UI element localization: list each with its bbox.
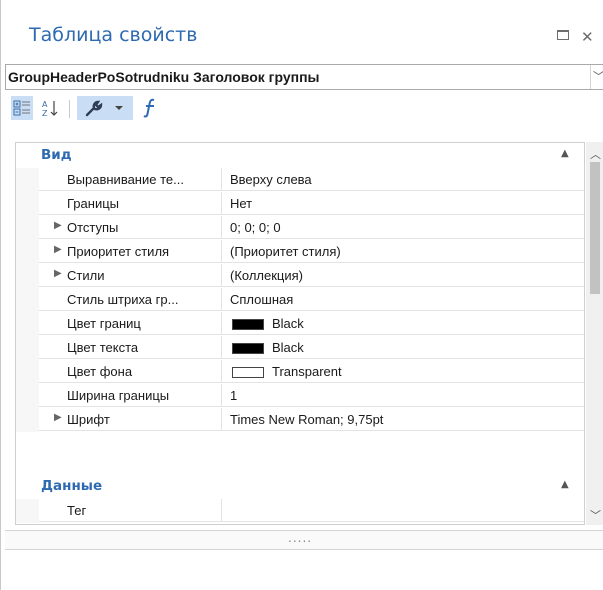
property-name: Цвет фона: [67, 364, 133, 379]
category-vid[interactable]: Вид ▲: [16, 143, 584, 168]
property-value[interactable]: 1: [230, 388, 237, 403]
property-value[interactable]: Нет: [230, 196, 252, 211]
events-button[interactable]: [139, 96, 161, 120]
collapse-icon[interactable]: ▲: [561, 479, 569, 490]
property-name: Тег: [67, 503, 87, 518]
dropdown-arrow-icon[interactable]: [112, 103, 126, 113]
panel-title: Таблица свойств: [29, 24, 198, 46]
wrench-icon: [85, 100, 103, 117]
property-name: Ширина границы: [67, 388, 170, 403]
categorized-icon: [13, 100, 30, 116]
property-value[interactable]: Black: [272, 340, 304, 355]
svg-text:Z: Z: [42, 109, 48, 117]
property-value[interactable]: Black: [272, 316, 304, 331]
row-gutter: [16, 216, 39, 240]
category-label: Данные: [41, 478, 103, 494]
property-value[interactable]: Transparent: [272, 364, 342, 379]
property-row[interactable]: Цвет фона Transparent: [16, 360, 584, 384]
splitter-grip: .....: [288, 531, 313, 545]
function-icon: [143, 98, 155, 118]
maximize-icon[interactable]: [557, 28, 569, 44]
property-value[interactable]: Times New Roman; 9,75pt: [230, 412, 383, 427]
property-row[interactable]: Цвет границ Black: [16, 312, 584, 336]
scroll-thumb[interactable]: [590, 162, 600, 294]
property-name: Приоритет стиля: [67, 244, 170, 259]
property-name: Выравнивание те...: [67, 172, 184, 187]
row-gutter: [16, 168, 39, 192]
property-row[interactable]: ▶ Приоритет стиля (Приоритет стиля): [16, 240, 584, 264]
color-swatch: [232, 367, 264, 378]
row-gutter: [16, 312, 39, 336]
property-name: Цвет текста: [67, 340, 139, 355]
property-value[interactable]: Вверху слева: [230, 172, 312, 187]
property-row[interactable]: ▶ Отступы 0; 0; 0; 0: [16, 216, 584, 240]
color-swatch: [232, 319, 264, 330]
property-name: Цвет границ: [67, 316, 141, 331]
close-icon[interactable]: ✕: [581, 28, 594, 46]
property-row[interactable]: Границы Нет: [16, 192, 584, 216]
row-gutter: [16, 408, 39, 432]
property-row[interactable]: Цвет текста Black: [16, 336, 584, 360]
scroll-up-icon[interactable]: ︿: [590, 146, 601, 162]
scroll-down-icon[interactable]: ﹀: [590, 507, 601, 523]
description-area: [5, 552, 603, 590]
color-swatch: [232, 343, 264, 354]
property-name: Стиль штриха гр...: [67, 292, 179, 307]
property-grid: Вид ▲ Выравнивание те... Вверху слева Гр…: [15, 142, 585, 525]
collapse-icon[interactable]: ▲: [561, 148, 569, 159]
category-label: Вид: [41, 147, 72, 163]
property-value[interactable]: (Коллекция): [230, 268, 303, 283]
vertical-scrollbar[interactable]: ︿ ﹀: [586, 142, 603, 525]
property-name: Отступы: [67, 220, 119, 235]
row-gutter: [16, 360, 39, 384]
property-name: Шрифт: [67, 412, 110, 427]
property-row[interactable]: Тег: [16, 499, 584, 523]
row-gutter: [16, 384, 39, 408]
expand-arrow-icon[interactable]: ▶: [54, 412, 62, 423]
property-name: Границы: [67, 196, 119, 211]
expand-arrow-icon[interactable]: ▶: [54, 268, 62, 279]
property-row[interactable]: Ширина границы 1: [16, 384, 584, 408]
row-gutter: [16, 288, 39, 312]
property-row[interactable]: ▶ Шрифт Times New Roman; 9,75pt: [16, 408, 584, 432]
row-gutter: [16, 264, 39, 288]
svg-text:A: A: [42, 100, 48, 109]
expand-arrow-icon[interactable]: ▶: [54, 220, 62, 231]
property-row[interactable]: ▶ Стили (Коллекция): [16, 264, 584, 288]
property-value[interactable]: (Приоритет стиля): [230, 244, 341, 259]
row-gutter: [16, 192, 39, 216]
object-selector-value: GroupHeaderPoSotrudniku Заголовок группы: [8, 69, 320, 85]
description-splitter[interactable]: .....: [5, 530, 603, 550]
property-row[interactable]: Стиль штриха гр... Сплошная: [16, 288, 584, 312]
categorized-button[interactable]: [11, 96, 33, 120]
property-name: Стили: [67, 268, 105, 283]
toolbar-separator: [69, 100, 70, 118]
property-value[interactable]: Сплошная: [230, 292, 293, 307]
object-selector[interactable]: GroupHeaderPoSotrudniku Заголовок группы…: [5, 64, 603, 90]
properties-toolbar: A Z: [5, 92, 603, 124]
properties-panel: Таблица свойств ✕ GroupHeaderPoSotrudnik…: [0, 0, 603, 590]
chevron-down-icon[interactable]: ﹀: [590, 65, 603, 89]
property-value[interactable]: 0; 0; 0; 0: [230, 220, 281, 235]
row-gutter: [16, 336, 39, 360]
properties-button[interactable]: [77, 96, 133, 120]
property-row[interactable]: Выравнивание те... Вверху слева: [16, 168, 584, 192]
row-gutter: [16, 240, 39, 264]
category-dannye[interactable]: Данные ▲: [16, 474, 584, 499]
alphabetical-button[interactable]: A Z: [39, 96, 61, 120]
panel-header: Таблица свойств ✕: [1, 0, 603, 62]
row-gutter: [16, 499, 39, 523]
expand-arrow-icon[interactable]: ▶: [54, 244, 62, 255]
alphabetical-icon: A Z: [42, 100, 58, 117]
